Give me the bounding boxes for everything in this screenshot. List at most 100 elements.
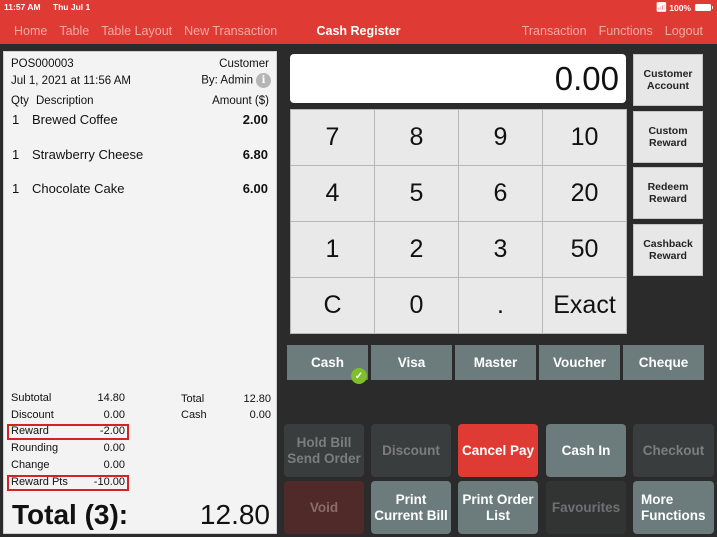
summary-rounding: Rounding 0.00: [7, 441, 129, 457]
order-datetime: Jul 1, 2021 at 11:56 AM: [11, 75, 131, 87]
grand-total: Total (3): 12.80: [12, 499, 270, 533]
summary-subtotal: Subtotal 14.80: [7, 391, 129, 407]
key-9[interactable]: 9: [459, 110, 542, 165]
summary-label: Reward: [11, 425, 49, 437]
summary-label: Reward Pts: [11, 476, 68, 488]
summary-label: Subtotal: [11, 392, 52, 404]
custom-reward-button[interactable]: Custom Reward: [633, 111, 703, 163]
button-label: Print: [395, 491, 427, 507]
item-description: Strawberry Cheese: [32, 147, 144, 162]
key-5[interactable]: 5: [375, 166, 458, 221]
summary-value: 0.00: [249, 409, 271, 421]
print-current-bill-button[interactable]: Print Current Bill: [371, 481, 451, 534]
print-order-list-button[interactable]: Print Order List: [458, 481, 538, 534]
check-icon: ✓: [351, 368, 367, 384]
key-7[interactable]: 7: [291, 110, 374, 165]
redeem-reward-button[interactable]: Redeem Reward: [633, 167, 703, 219]
cash-in-button[interactable]: Cash In: [546, 424, 626, 477]
button-label: Cash: [310, 355, 344, 370]
checkout-button[interactable]: Checkout: [633, 424, 714, 477]
button-label: Current Bill: [374, 507, 448, 523]
status-right: 📶︎ 100%: [656, 2, 713, 13]
key-50[interactable]: 50: [543, 222, 626, 277]
void-button[interactable]: Void: [284, 481, 364, 534]
summary-label: Rounding: [11, 442, 59, 454]
payment-methods: Cash ✓ Visa Master Voucher Cheque: [287, 345, 704, 384]
payment-master-button[interactable]: Master: [455, 345, 536, 380]
button-label: Reward: [649, 250, 687, 262]
key-exact[interactable]: Exact: [543, 278, 626, 333]
button-label: Discount: [382, 442, 440, 458]
key-6[interactable]: 6: [459, 166, 542, 221]
key-2[interactable]: 2: [375, 222, 458, 277]
button-label: Send Order: [287, 450, 361, 466]
button-label: Cash In: [561, 442, 611, 458]
key-decimal[interactable]: .: [459, 278, 542, 333]
summary-value: 0.00: [103, 442, 125, 454]
button-label: Master: [473, 355, 518, 370]
nav-functions[interactable]: Functions: [599, 24, 653, 38]
key-20[interactable]: 20: [543, 166, 626, 221]
button-label: Print Order: [462, 491, 534, 507]
payment-cheque-button[interactable]: Cheque: [623, 345, 704, 380]
payment-cash-button[interactable]: Cash ✓: [287, 345, 368, 384]
customer-label[interactable]: Customer: [219, 58, 269, 70]
summary-total: Total 12.80: [181, 393, 271, 407]
customer-account-button[interactable]: Customer Account: [633, 54, 703, 106]
item-amount: 6.80: [242, 147, 268, 162]
key-clear[interactable]: C: [291, 278, 374, 333]
numeric-keypad: 7 8 9 10 4 5 6 20 1 2 3 50 C 0 . Exact: [290, 109, 627, 334]
cancel-pay-button[interactable]: Cancel Pay: [458, 424, 538, 477]
button-label: Visa: [397, 355, 426, 370]
button-label: Cashback: [643, 238, 693, 250]
key-3[interactable]: 3: [459, 222, 542, 277]
summary-value: 14.80: [97, 392, 125, 404]
summary-cash: Cash 0.00: [181, 409, 271, 423]
top-nav-bar: 11:57 AM Thu Jul 1 📶︎ 100% Home Table Ta…: [0, 0, 717, 44]
status-date: Thu Jul 1: [52, 2, 91, 12]
button-label: Voucher: [552, 355, 606, 370]
summary-reward: Reward -2.00: [7, 424, 129, 440]
summary-label: Change: [11, 459, 50, 471]
amount-display: 0.00: [290, 54, 626, 103]
key-4[interactable]: 4: [291, 166, 374, 221]
button-label: Account: [646, 80, 689, 92]
item-description: Brewed Coffee: [32, 112, 118, 127]
button-label: List: [485, 507, 510, 523]
favourites-button[interactable]: Favourites: [546, 481, 626, 534]
cashier-info: By: Admin i: [201, 73, 271, 88]
summary-label: Discount: [11, 409, 54, 421]
button-label: Cancel Pay: [461, 442, 535, 458]
more-functions-button[interactable]: More Functions: [633, 481, 714, 534]
button-label: Favourites: [551, 499, 621, 515]
nav-right: Transaction Functions Logout: [522, 24, 703, 38]
nav-logout[interactable]: Logout: [665, 24, 703, 38]
nav-transaction[interactable]: Transaction: [522, 24, 587, 38]
key-8[interactable]: 8: [375, 110, 458, 165]
hold-bill-send-order-button[interactable]: Hold Bill Send Order: [284, 424, 364, 477]
battery-icon: [695, 4, 713, 11]
summary-value: -2.00: [99, 425, 125, 437]
battery-percent: 100%: [669, 2, 691, 13]
button-label: Reward: [649, 137, 687, 149]
summary-label: Total: [181, 393, 205, 405]
status-bar: 11:57 AM Thu Jul 1: [4, 2, 100, 12]
payment-visa-button[interactable]: Visa: [371, 345, 452, 380]
summary-value: -10.00: [93, 476, 125, 488]
receipt-panel: POS000003 Customer Jul 1, 2021 at 11:56 …: [3, 51, 277, 534]
info-icon[interactable]: i: [256, 73, 271, 88]
summary-value: 0.00: [103, 459, 125, 471]
key-0[interactable]: 0: [375, 278, 458, 333]
discount-button[interactable]: Discount: [371, 424, 451, 477]
cashback-reward-button[interactable]: Cashback Reward: [633, 224, 703, 276]
key-1[interactable]: 1: [291, 222, 374, 277]
button-label: Custom: [648, 125, 688, 137]
summary-change: Change 0.00: [7, 458, 129, 474]
key-10[interactable]: 10: [543, 110, 626, 165]
order-id: POS000003: [11, 58, 74, 70]
item-amount: 6.00: [242, 181, 268, 196]
button-label: Redeem: [647, 181, 689, 193]
payment-voucher-button[interactable]: Voucher: [539, 345, 620, 380]
button-label: Hold Bill: [296, 434, 352, 450]
column-amount: Amount ($): [212, 95, 269, 107]
